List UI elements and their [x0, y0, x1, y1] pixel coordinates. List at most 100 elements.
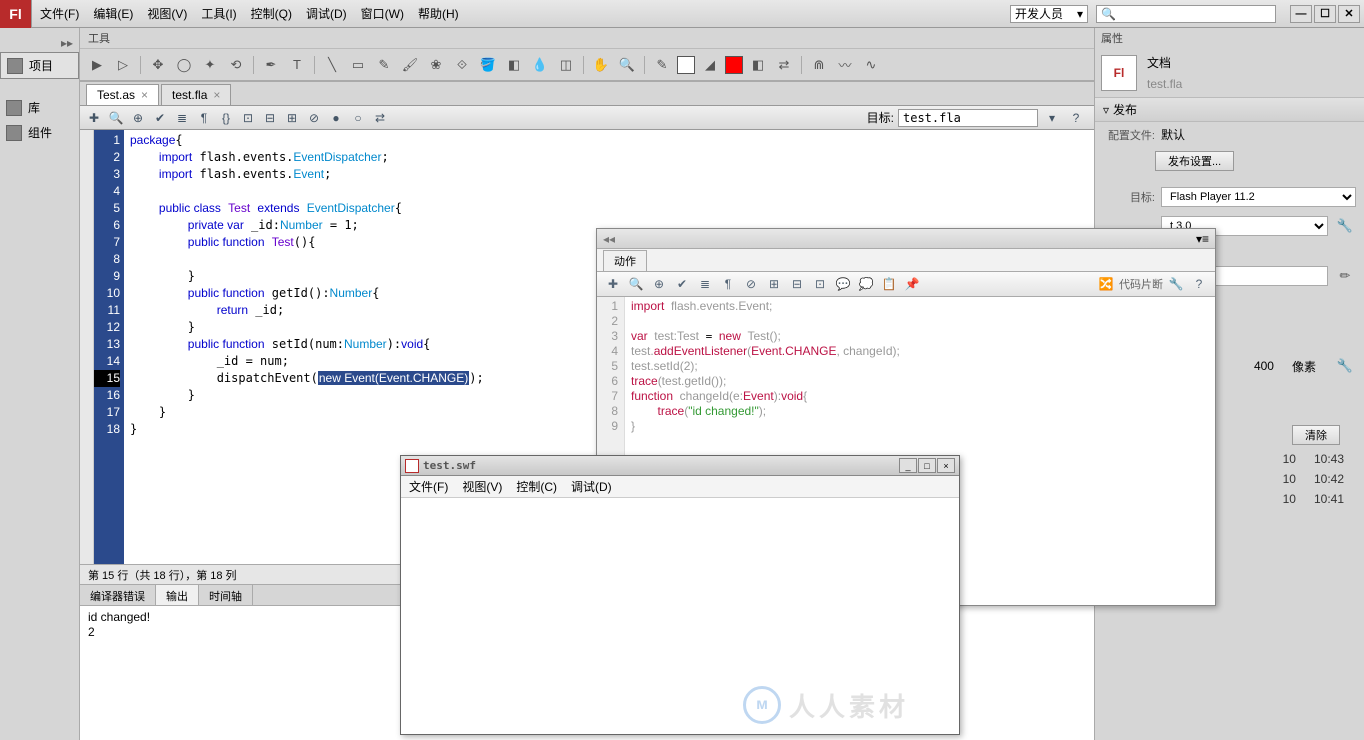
tab-output[interactable]: 输出	[156, 585, 199, 605]
snippet-icon[interactable]: 🔀	[1096, 274, 1116, 294]
zoom-tool-icon[interactable]: 🔍	[616, 54, 638, 76]
stroke-swatch[interactable]	[677, 56, 695, 74]
swf-menu-view[interactable]: 视图(V)	[462, 478, 502, 495]
minimize-button[interactable]: —	[1290, 5, 1312, 23]
tab-test-as[interactable]: Test.as×	[86, 84, 159, 105]
format-icon[interactable]: ≣	[695, 274, 715, 294]
uncomment-icon[interactable]: ⊟	[260, 108, 280, 128]
fill-color-icon[interactable]: ◢	[699, 54, 721, 76]
swf-titlebar[interactable]: test.swf _ □ ×	[401, 456, 959, 476]
selection-tool-icon[interactable]: ▶	[86, 54, 108, 76]
format-icon[interactable]: ≣	[172, 108, 192, 128]
pencil-tool-icon[interactable]: ✎	[373, 54, 395, 76]
wrench-icon[interactable]: 🔧	[1334, 355, 1356, 377]
maximize-button[interactable]: ☐	[1314, 5, 1336, 23]
menu-debug[interactable]: 调试(D)	[306, 5, 347, 22]
debug-icon[interactable]: ⊘	[741, 274, 761, 294]
lasso-icon[interactable]: ◯	[173, 54, 195, 76]
paint-bucket-icon[interactable]: 🪣	[477, 54, 499, 76]
comment-icon[interactable]: ⊡	[238, 108, 258, 128]
bp-icon[interactable]: ⊡	[810, 274, 830, 294]
hand-tool-icon[interactable]: ✋	[590, 54, 612, 76]
swap-colors-icon[interactable]: ⇄	[773, 54, 795, 76]
free-transform-icon[interactable]: ✥	[147, 54, 169, 76]
check-icon[interactable]: ✔	[672, 274, 692, 294]
help-icon[interactable]: ?	[1066, 108, 1086, 128]
swf-menu-debug[interactable]: 调试(D)	[571, 478, 612, 495]
search-top[interactable]: 🔍	[1096, 5, 1276, 23]
tab-test-fla[interactable]: test.fla×	[161, 84, 231, 105]
collapse-icon[interactable]: ⊞	[282, 108, 302, 128]
add-icon[interactable]: ✚	[603, 274, 623, 294]
smooth-icon[interactable]: 〰	[834, 54, 856, 76]
tab-timeline[interactable]: 时间轴	[199, 585, 253, 605]
menu-view[interactable]: 视图(V)	[147, 5, 187, 22]
pin-icon[interactable]: 📌	[902, 274, 922, 294]
publish-section[interactable]: ▿发布	[1095, 97, 1364, 122]
bone-tool-icon[interactable]: ⟐	[451, 54, 473, 76]
tab-close-icon[interactable]: ×	[213, 88, 220, 102]
hint-icon[interactable]: ¶	[194, 108, 214, 128]
brush-tool-icon[interactable]: 🖌	[399, 54, 421, 76]
blackwhite-icon[interactable]: ◧	[747, 54, 769, 76]
debug-icon[interactable]: ⊘	[304, 108, 324, 128]
actions-titlebar[interactable]: ◂◂▾≡	[597, 229, 1215, 249]
menu-edit[interactable]: 编辑(E)	[93, 5, 133, 22]
tab-close-icon[interactable]: ×	[141, 88, 148, 102]
deco-tool-icon[interactable]: ❀	[425, 54, 447, 76]
eyedropper-icon[interactable]: 💧	[529, 54, 551, 76]
close-button[interactable]: ×	[937, 458, 955, 473]
minimize-button[interactable]: _	[899, 458, 917, 473]
target-dropdown[interactable]: Flash Player 11.2	[1161, 187, 1356, 207]
sidebar-collapse-icon[interactable]: ▸▸	[0, 34, 79, 52]
bracket-icon[interactable]: {}	[216, 108, 236, 128]
code-hint-label[interactable]: 代码片断	[1119, 276, 1163, 292]
menu-file[interactable]: 文件(F)	[40, 5, 79, 22]
ink-bottle-icon[interactable]: ◧	[503, 54, 525, 76]
menu-window[interactable]: 窗口(W)	[361, 5, 404, 22]
swf-menu-control[interactable]: 控制(C)	[516, 478, 557, 495]
target-input[interactable]	[898, 109, 1038, 127]
check-icon[interactable]: ✔	[150, 108, 170, 128]
stroke-color-icon[interactable]: ✎	[651, 54, 673, 76]
target-icon[interactable]: ⊕	[128, 108, 148, 128]
panel-menu-icon[interactable]: ▾≡	[1196, 232, 1209, 246]
bp-clear-icon[interactable]: ○	[348, 108, 368, 128]
fill-swatch[interactable]	[725, 56, 743, 74]
line-tool-icon[interactable]: ╲	[321, 54, 343, 76]
sidebar-item-project[interactable]: 项目	[0, 52, 79, 79]
straighten-icon[interactable]: ∿	[860, 54, 882, 76]
clear-button[interactable]: 清除	[1292, 425, 1340, 445]
menu-control[interactable]: 控制(Q)	[251, 5, 292, 22]
maximize-button[interactable]: □	[918, 458, 936, 473]
target-icon[interactable]: ⊕	[649, 274, 669, 294]
text-tool-icon[interactable]: T	[286, 54, 308, 76]
edit-icon[interactable]: ✏	[1334, 265, 1356, 287]
swf-menu-file[interactable]: 文件(F)	[409, 478, 448, 495]
nav-icon[interactable]: 📋	[879, 274, 899, 294]
hint-icon[interactable]: ¶	[718, 274, 738, 294]
snap-icon[interactable]: ⋒	[808, 54, 830, 76]
find-icon[interactable]: 🔍	[106, 108, 126, 128]
comment-icon[interactable]: 💬	[833, 274, 853, 294]
wrench-icon[interactable]: 🔧	[1334, 215, 1356, 237]
publish-settings-button[interactable]: 发布设置...	[1155, 151, 1234, 171]
collapse-icon[interactable]: ⊞	[764, 274, 784, 294]
wrench-icon[interactable]: 🔧	[1166, 274, 1186, 294]
workspace-dropdown[interactable]: 开发人员▾	[1010, 5, 1088, 23]
add-icon[interactable]: ✚	[84, 108, 104, 128]
find-icon[interactable]: 🔍	[626, 274, 646, 294]
nav-icon[interactable]: ⇄	[370, 108, 390, 128]
sidebar-item-library[interactable]: 库	[0, 95, 79, 120]
magic-wand-icon[interactable]: ✦	[199, 54, 221, 76]
subselect-tool-icon[interactable]: ▷	[112, 54, 134, 76]
rectangle-tool-icon[interactable]: ▭	[347, 54, 369, 76]
3d-rotation-icon[interactable]: ⟲	[225, 54, 247, 76]
dropdown-icon[interactable]: ▾	[1042, 108, 1062, 128]
menu-tools[interactable]: 工具(I)	[201, 5, 236, 22]
actions-tab[interactable]: 动作	[603, 250, 647, 271]
close-button[interactable]: ✕	[1338, 5, 1360, 23]
pen-tool-icon[interactable]: ✒	[260, 54, 282, 76]
uncomment-icon[interactable]: 💭	[856, 274, 876, 294]
menu-help[interactable]: 帮助(H)	[418, 5, 459, 22]
